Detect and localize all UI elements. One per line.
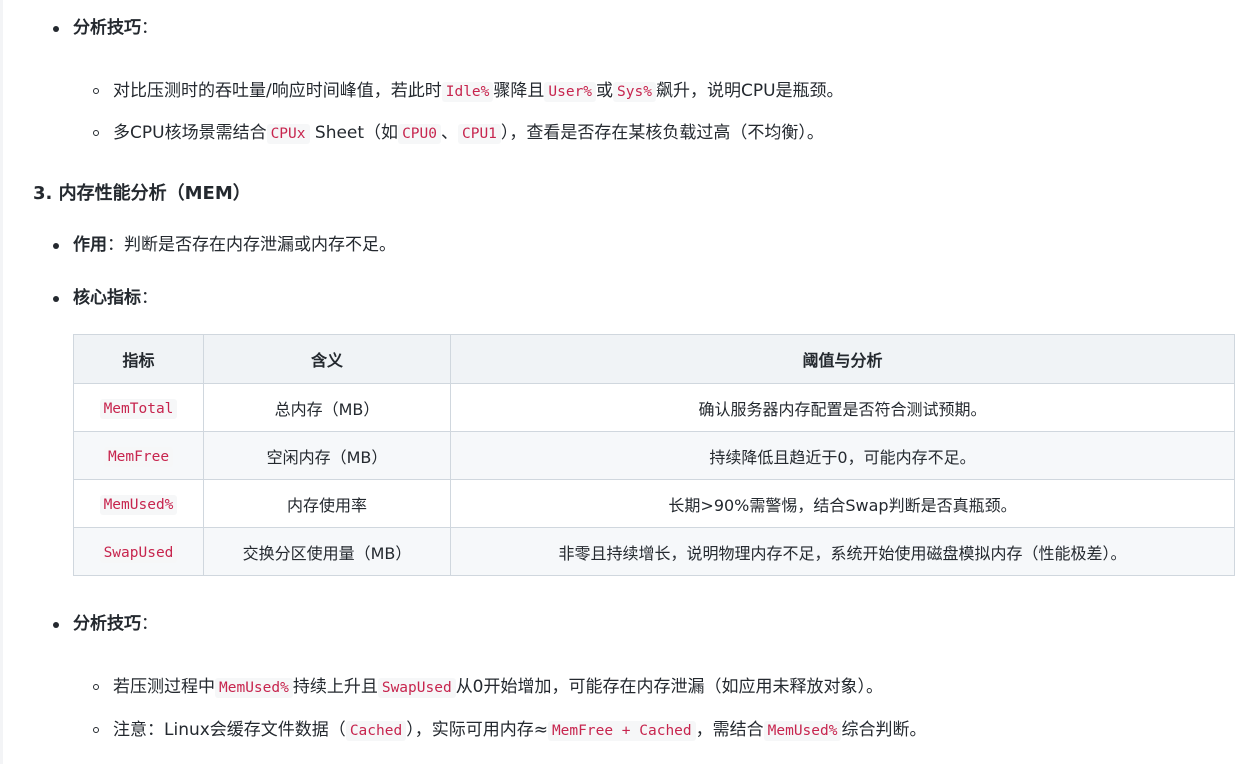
- code-swapused: SwapUsed: [377, 678, 456, 698]
- table-row: MemTotal 总内存（MB） 确认服务器内存配置是否符合测试预期。: [73, 383, 1235, 432]
- text-segment: 注意：Linux会缓存文件数据（: [113, 720, 346, 740]
- table-header-row: 指标 含义 阈值与分析: [73, 334, 1235, 384]
- metrics-line: 核心指标：: [73, 286, 158, 310]
- table-row: SwapUsed 交换分区使用量（MB） 非零且持续增长，说明物理内存不足，系统…: [73, 527, 1235, 576]
- metrics-table: 指标 含义 阈值与分析 MemTotal 总内存（MB） 确认服务器内存配置是否…: [73, 334, 1235, 576]
- code-memfree-cached: MemFree + Cached: [547, 721, 696, 741]
- cell-meaning: 总内存（MB）: [203, 383, 451, 432]
- code-memused: MemUsed%: [763, 721, 842, 741]
- code-cpu0: CPU0: [398, 124, 441, 144]
- cell-metric: MemTotal: [73, 383, 204, 432]
- metric-code: MemTotal: [99, 399, 178, 419]
- table-row: MemUsed% 内存使用率 长期>90%需警惕，结合Swap判断是否真瓶颈。: [73, 479, 1235, 528]
- bullet-dot: [53, 622, 59, 628]
- header-metric: 指标: [73, 334, 204, 384]
- text-segment: 对比压测时的吞吐量/响应时间峰值，若此时: [113, 81, 442, 101]
- metric-code: MemUsed%: [99, 495, 178, 515]
- text-segment: ），实际可用内存≈: [406, 720, 548, 740]
- bullet-dot: [53, 26, 59, 32]
- text-segment: 飙升，说明CPU是瓶颈。: [655, 81, 844, 101]
- metric-code: SwapUsed: [99, 543, 178, 563]
- table-row: MemFree 空闲内存（MB） 持续降低且趋近于0，可能内存不足。: [73, 431, 1235, 480]
- section-heading: 3. 内存性能分析（MEM）: [33, 183, 251, 204]
- cell-analysis: 持续降低且趋近于0，可能内存不足。: [450, 431, 1235, 480]
- metrics-colon: ：: [141, 288, 158, 308]
- text-segment: 、: [440, 123, 458, 143]
- sub-bullet-circle: [93, 88, 99, 94]
- top-tip-item-2: 多CPU核场景需结合 CPUx Sheet（如 CPU0、 CPU1 ），查看是否存在某…: [113, 121, 824, 146]
- cell-meaning: 内存使用率: [203, 479, 451, 528]
- text-segment: 或: [596, 81, 614, 101]
- cell-metric: MemUsed%: [73, 479, 204, 528]
- bottom-tip-item-2: 注意：Linux会缓存文件数据（ Cached ），实际可用内存≈ MemFree +…: [113, 718, 926, 743]
- purpose-label: 作用: [73, 235, 107, 255]
- purpose-line: 作用：判断是否存在内存泄漏或内存不足。: [73, 233, 396, 257]
- cell-analysis: 长期>90%需警惕，结合Swap判断是否真瓶颈。: [450, 479, 1235, 528]
- metrics-label: 核心指标: [73, 288, 141, 308]
- text-segment: 持续上升且: [292, 677, 378, 697]
- bullet-dot: [53, 243, 59, 249]
- text-segment: 骤降且: [493, 81, 545, 101]
- sub-bullet-circle: [93, 727, 99, 733]
- top-tips-colon: ：: [141, 18, 158, 38]
- bullet-dot: [53, 296, 59, 302]
- code-cpux: CPUx: [266, 124, 310, 144]
- top-tips-title: 分析技巧: [73, 18, 141, 38]
- cell-metric: MemFree: [73, 431, 204, 480]
- text-segment: ），查看是否存在某核负载过高（不均衡）。: [500, 123, 824, 143]
- code-sys: Sys%: [613, 82, 656, 102]
- code-memused: MemUsed%: [215, 678, 293, 698]
- left-edge: [0, 0, 3, 764]
- bottom-tips-colon: ：: [141, 614, 158, 634]
- top-tips-heading: 分析技巧：: [73, 16, 158, 40]
- bottom-tips-title: 分析技巧: [73, 614, 141, 634]
- cell-analysis: 非零且持续增长，说明物理内存不足，系统开始使用磁盘模拟内存（性能极差）。: [450, 527, 1235, 576]
- text-segment: Sheet（如: [314, 123, 399, 143]
- text-segment: 若压测过程中: [113, 677, 215, 697]
- bottom-tips-heading: 分析技巧：: [73, 612, 158, 636]
- cell-analysis: 确认服务器内存配置是否符合测试预期。: [450, 383, 1235, 432]
- code-user: User%: [544, 82, 597, 102]
- code-cpu1: CPU1: [457, 124, 501, 144]
- cell-meaning: 空闲内存（MB）: [203, 431, 451, 480]
- header-analysis: 阈值与分析: [450, 334, 1235, 384]
- cell-metric: SwapUsed: [73, 527, 204, 576]
- text-segment: 综合判断。: [841, 720, 927, 740]
- text-segment: 从0开始增加，可能存在内存泄漏（如应用未释放对象）。: [455, 677, 884, 697]
- sub-bullet-circle: [93, 130, 99, 136]
- purpose-text: ：判断是否存在内存泄漏或内存不足。: [107, 235, 396, 255]
- code-cached: Cached: [345, 721, 407, 741]
- sub-bullet-circle: [93, 684, 99, 690]
- header-meaning: 含义: [203, 334, 451, 384]
- text-segment: 多CPU核场景需结合: [113, 123, 267, 143]
- cell-meaning: 交换分区使用量（MB）: [203, 527, 451, 576]
- code-idle: Idle%: [441, 82, 494, 102]
- metric-code: MemFree: [103, 447, 174, 467]
- text-segment: ，需结合: [695, 720, 764, 740]
- top-tip-item-1: 对比压测时的吞吐量/响应时间峰值，若此时 Idle% 骤降且 User% 或 Sys% 飙升…: [113, 79, 844, 104]
- bottom-tip-item-1: 若压测过程中 MemUsed% 持续上升且 SwapUsed 从0开始增加，可能存在内存…: [113, 675, 883, 700]
